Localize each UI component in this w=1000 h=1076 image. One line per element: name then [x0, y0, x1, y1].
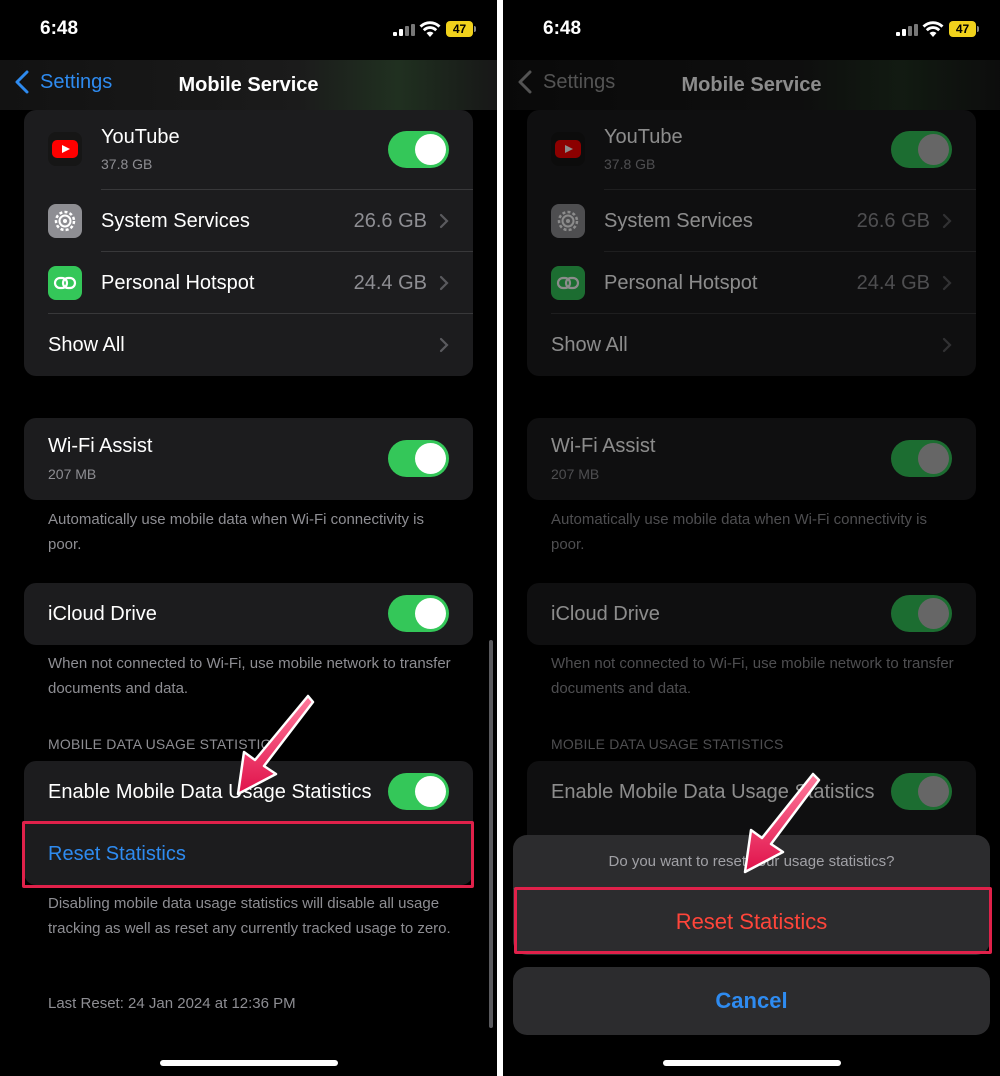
- section-header-usage-stats: MOBILE DATA USAGE STATISTICS: [551, 736, 784, 752]
- enable-usage-stats-toggle: [891, 773, 952, 810]
- settings-screen-with-action-sheet: 6:48 47 Settings Mobile Service YouTube: [503, 0, 1000, 1076]
- enable-usage-stats-label: Enable Mobile Data Usage Statistics: [48, 780, 372, 803]
- wifi-assist-title: Wi-Fi Assist: [551, 435, 656, 457]
- chevron-right-icon: [942, 213, 952, 229]
- show-all-label: Show All: [551, 333, 628, 356]
- enable-usage-stats-row: Enable Mobile Data Usage Statistics: [24, 761, 473, 823]
- chevron-right-icon: [942, 275, 952, 291]
- app-usage-value: 26.6 GB: [856, 209, 930, 232]
- show-all-row: Show All: [527, 314, 976, 376]
- action-sheet-message: Do you want to reset your usage statisti…: [513, 835, 990, 889]
- wifi-assist-toggle[interactable]: [388, 440, 449, 477]
- app-usage-value: 24.4 GB: [856, 271, 930, 294]
- reset-statistics-label: Reset Statistics: [48, 842, 186, 865]
- enable-usage-stats-row: Enable Mobile Data Usage Statistics: [527, 761, 976, 823]
- app-name: Personal Hotspot: [604, 271, 758, 294]
- gear-icon: [551, 204, 585, 238]
- apps-usage-group: YouTube 37.8 GB System Services 26.6 GB …: [527, 110, 976, 376]
- enable-usage-stats-toggle[interactable]: [388, 773, 449, 810]
- battery-icon: 47: [446, 21, 477, 37]
- status-time: 6:48: [40, 18, 79, 39]
- usage-stats-group: Enable Mobile Data Usage Statistics Rese…: [24, 761, 473, 885]
- youtube-icon: [48, 132, 82, 166]
- enable-usage-stats-label: Enable Mobile Data Usage Statistics: [551, 780, 875, 803]
- home-indicator[interactable]: [663, 1060, 841, 1066]
- list-item-youtube: YouTube 37.8 GB: [24, 110, 473, 190]
- wifi-assist-group: Wi-Fi Assist 207 MB: [24, 418, 473, 500]
- icloud-drive-group: iCloud Drive: [527, 583, 976, 645]
- list-item-system-services: System Services 26.6 GB: [527, 190, 976, 252]
- wifi-assist-footer: Automatically use mobile data when Wi-Fi…: [551, 511, 927, 553]
- icloud-drive-footer: When not connected to Wi-Fi, use mobile …: [551, 655, 954, 697]
- battery-level: 47: [446, 21, 473, 37]
- list-item-personal-hotspot: Personal Hotspot 24.4 GB: [527, 252, 976, 314]
- youtube-toggle[interactable]: [388, 131, 449, 168]
- app-name: System Services: [101, 209, 250, 232]
- apps-usage-group: YouTube 37.8 GB System Services 26.6 GB …: [24, 110, 473, 376]
- youtube-toggle[interactable]: [891, 131, 952, 168]
- icloud-drive-toggle: [891, 595, 952, 632]
- youtube-icon: [551, 132, 585, 166]
- page-title: Mobile Service: [178, 74, 319, 96]
- link-icon: [551, 266, 585, 300]
- wifi-assist-footer: Automatically use mobile data when Wi-Fi…: [48, 511, 424, 553]
- action-sheet: Do you want to reset your usage statisti…: [513, 835, 990, 955]
- app-usage: 37.8 GB: [604, 156, 656, 172]
- icloud-drive-title: iCloud Drive: [551, 603, 660, 625]
- wifi-assist-usage: 207 MB: [48, 466, 97, 482]
- app-usage-value: 26.6 GB: [353, 209, 427, 232]
- list-item-system-services[interactable]: System Services 26.6 GB: [24, 190, 473, 252]
- chevron-right-icon: [942, 337, 952, 353]
- chevron-right-icon: [439, 213, 449, 229]
- chevron-right-icon: [439, 275, 449, 291]
- usage-stats-footer: Disabling mobile data usage statistics w…: [48, 895, 451, 937]
- last-reset-text: Last Reset: 24 Jan 2024 at 12:36 PM: [48, 995, 296, 1012]
- show-all-label: Show All: [48, 333, 125, 356]
- app-name: System Services: [604, 209, 753, 232]
- app-name: YouTube: [604, 126, 683, 148]
- reset-statistics-button[interactable]: Reset Statistics: [24, 823, 473, 885]
- signal-icon: [393, 24, 415, 36]
- wifi-assist-usage: 207 MB: [551, 466, 600, 482]
- chevron-right-icon: [439, 337, 449, 353]
- gear-icon: [48, 204, 82, 238]
- scroll-indicator[interactable]: [489, 640, 493, 1028]
- icloud-drive-group: iCloud Drive: [24, 583, 473, 645]
- section-header-usage-stats: MOBILE DATA USAGE STATISTICS: [48, 736, 281, 752]
- app-usage: 37.8 GB: [101, 156, 153, 172]
- icloud-drive-toggle[interactable]: [388, 595, 449, 632]
- confirm-reset-statistics-button[interactable]: Reset Statistics: [513, 889, 990, 955]
- cancel-button[interactable]: Cancel: [513, 967, 990, 1035]
- app-name: YouTube: [101, 126, 180, 148]
- home-indicator[interactable]: [160, 1060, 338, 1066]
- wifi-assist-toggle: [891, 440, 952, 477]
- link-icon: [48, 266, 82, 300]
- settings-screen: 6:48 47 Settings Mobile Service YouTube …: [0, 0, 497, 1076]
- list-item-youtube: YouTube 37.8 GB: [527, 110, 976, 190]
- status-bar: 6:48 47: [0, 0, 497, 60]
- show-all-row[interactable]: Show All: [24, 314, 473, 376]
- navigation-bar: Settings Mobile Service: [0, 60, 497, 110]
- wifi-icon: [419, 21, 441, 37]
- icloud-drive-title: iCloud Drive: [48, 603, 157, 625]
- wifi-assist-title: Wi-Fi Assist: [48, 435, 153, 457]
- app-name: Personal Hotspot: [101, 271, 255, 294]
- wifi-assist-group: Wi-Fi Assist 207 MB: [527, 418, 976, 500]
- list-item-personal-hotspot[interactable]: Personal Hotspot 24.4 GB: [24, 252, 473, 314]
- icloud-drive-footer: When not connected to Wi-Fi, use mobile …: [48, 655, 451, 697]
- app-usage-value: 24.4 GB: [353, 271, 427, 294]
